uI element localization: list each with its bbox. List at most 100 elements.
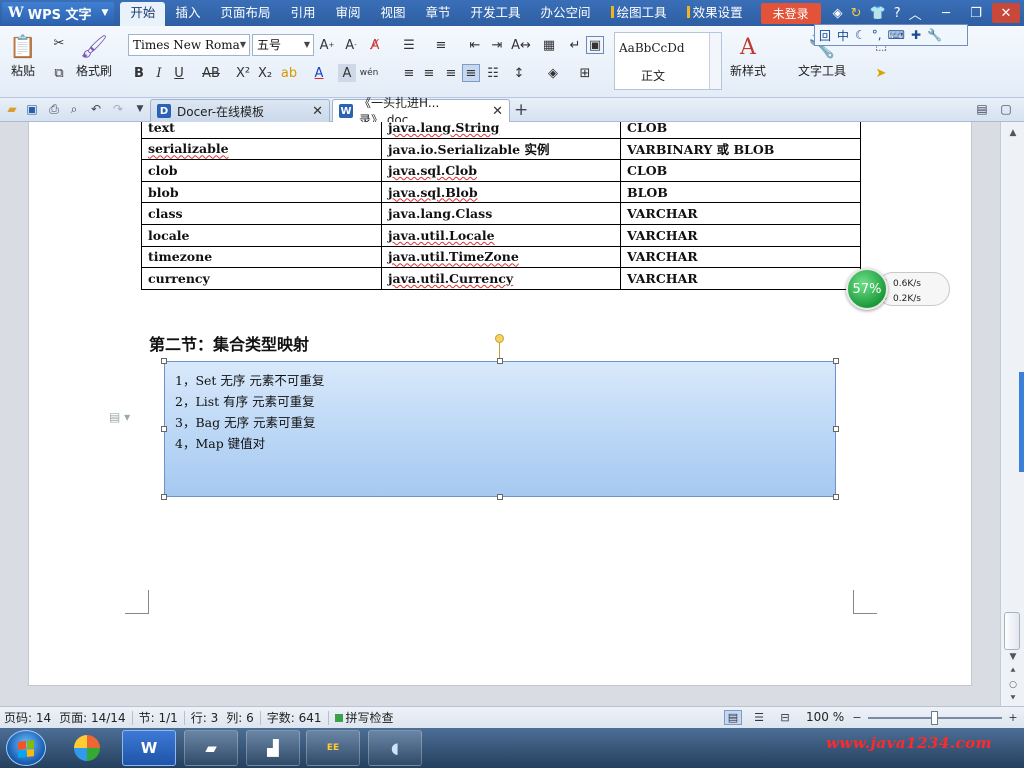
prev-page-icon[interactable]: ⯅ bbox=[1003, 664, 1023, 678]
rotation-handle[interactable] bbox=[495, 334, 504, 343]
document-page[interactable]: text java.lang.String CLOB serializable … bbox=[28, 122, 972, 686]
numbering-icon[interactable]: ≡ bbox=[432, 36, 450, 54]
font-color-icon[interactable]: A bbox=[310, 64, 328, 82]
grow-font-icon[interactable]: A + bbox=[318, 36, 336, 54]
menu-tab-references[interactable]: 引用 bbox=[280, 0, 325, 26]
paste-button[interactable]: 📋 粘贴 bbox=[8, 32, 38, 79]
taskbar-app-colorful-icon[interactable] bbox=[60, 730, 114, 766]
status-page-number[interactable]: 页码: 14 bbox=[0, 709, 55, 726]
outline-view-icon[interactable]: ☰ bbox=[750, 710, 768, 725]
increase-indent-icon[interactable]: ⇥ bbox=[488, 36, 506, 54]
app-menu-button[interactable]: W WPS 文字 ▼ bbox=[2, 2, 115, 24]
ime-tool-icon[interactable]: 🔧 bbox=[927, 28, 942, 42]
subscript-icon[interactable]: X₂ bbox=[256, 64, 274, 82]
status-row[interactable]: 行: 3 bbox=[187, 709, 223, 726]
sync-icon[interactable]: ↻ bbox=[851, 6, 862, 21]
feedback-icon[interactable]: ◈ bbox=[833, 6, 843, 21]
redo-icon[interactable]: ↷ bbox=[110, 101, 126, 117]
menu-tab-drawing-tools[interactable]: 绘图工具 bbox=[601, 0, 677, 26]
resize-handle[interactable] bbox=[161, 494, 167, 500]
resize-handle[interactable] bbox=[497, 358, 503, 364]
close-tab-icon[interactable]: ✕ bbox=[492, 104, 503, 119]
paste-options-icon[interactable]: ▤ ▾ bbox=[109, 410, 130, 424]
text-box[interactable]: 1，Set 无序 元素不可重复 2，List 有序 元素可重复 3，Bag 无序… bbox=[164, 361, 836, 497]
ime-moon-icon[interactable]: ☾ bbox=[855, 28, 866, 42]
italic-icon[interactable]: I bbox=[150, 64, 168, 82]
align-right-icon[interactable]: ≡ bbox=[442, 64, 460, 82]
select-pointer-icon[interactable]: ➤ bbox=[872, 64, 890, 82]
resize-handle[interactable] bbox=[833, 358, 839, 364]
line-spacing-icon[interactable]: ↕ bbox=[510, 64, 528, 82]
align-center-icon[interactable]: ≡ bbox=[420, 64, 438, 82]
font-size-select[interactable]: 五号 ▼ bbox=[252, 34, 314, 56]
status-section[interactable]: 节: 1/1 bbox=[135, 709, 182, 726]
next-page-icon[interactable]: ⯆ bbox=[1003, 692, 1023, 706]
help-icon[interactable]: ? bbox=[894, 6, 901, 21]
taskbar-app-terminal[interactable]: ▰ bbox=[184, 730, 238, 766]
decrease-indent-icon[interactable]: ⇤ bbox=[466, 36, 484, 54]
web-view-icon[interactable]: ⊟ bbox=[776, 710, 794, 725]
new-tab-icon[interactable]: + bbox=[514, 100, 528, 120]
taskbar-app-java-ee-ide[interactable]: EE bbox=[306, 730, 360, 766]
ime-chinese-mode-icon[interactable]: 中 bbox=[837, 27, 849, 44]
scroll-up-icon[interactable]: ▲ bbox=[1003, 126, 1023, 140]
start-button[interactable] bbox=[6, 730, 46, 766]
table-icon[interactable]: ▦ bbox=[540, 36, 558, 54]
resize-handle[interactable] bbox=[833, 426, 839, 432]
taskbar-wps-writer[interactable]: W bbox=[122, 730, 176, 766]
login-button[interactable]: 未登录 bbox=[760, 2, 821, 24]
underline-icon[interactable]: U bbox=[170, 64, 188, 82]
style-gallery-scroll[interactable] bbox=[709, 33, 721, 89]
undo-icon[interactable]: ↶ bbox=[88, 101, 104, 117]
menu-tab-view[interactable]: 视图 bbox=[371, 0, 416, 26]
menu-tab-effects[interactable]: 效果设置 bbox=[677, 0, 753, 26]
cut-icon[interactable]: ✂ bbox=[50, 34, 68, 52]
justify-icon[interactable]: ≡ bbox=[462, 64, 480, 82]
font-name-select[interactable]: Times New Roma ▼ bbox=[128, 34, 250, 56]
print-icon[interactable]: ⎙ bbox=[46, 101, 62, 117]
collapse-ribbon-icon[interactable]: ︿ bbox=[909, 4, 922, 23]
paragraph-mark-icon[interactable]: ↵ bbox=[566, 36, 584, 54]
menu-tab-office-space[interactable]: 办公空间 bbox=[531, 0, 601, 26]
shrink-font-icon[interactable]: A- bbox=[342, 36, 360, 54]
spell-check-toggle[interactable]: 拼写检查 bbox=[331, 709, 398, 726]
tab-list-icon[interactable]: ▤ bbox=[974, 101, 990, 117]
skin-icon[interactable]: 👕 bbox=[870, 6, 886, 21]
bold-icon[interactable]: B bbox=[130, 64, 148, 82]
print-preview-icon[interactable]: ⌕ bbox=[66, 101, 82, 117]
status-page-count[interactable]: 页面: 14/14 bbox=[55, 709, 129, 726]
shading-icon[interactable]: ◈ bbox=[544, 64, 562, 82]
vertical-scrollbar[interactable]: ▲ ▼ ⯅ ○ ⯆ bbox=[1000, 122, 1024, 706]
highlight-icon[interactable]: ab bbox=[280, 64, 298, 82]
phonetic-icon[interactable]: wén bbox=[360, 64, 379, 82]
style-gallery[interactable]: AaBbCcDd 正文 bbox=[614, 32, 722, 90]
network-speed-widget[interactable]: ↑ 0.6K/s ↓ 0.2K/s 57% bbox=[846, 268, 950, 310]
quick-access-menu-icon[interactable]: ▼ bbox=[132, 101, 148, 117]
borders-icon[interactable]: ⊞ bbox=[576, 64, 594, 82]
menu-tab-insert[interactable]: 插入 bbox=[165, 0, 210, 26]
memory-usage-ball[interactable]: 57% bbox=[846, 268, 888, 310]
resize-handle[interactable] bbox=[833, 494, 839, 500]
scroll-down-icon[interactable]: ▼ bbox=[1003, 650, 1023, 664]
menu-tab-developer[interactable]: 开发工具 bbox=[461, 0, 531, 26]
superscript-icon[interactable]: X² bbox=[234, 64, 252, 82]
char-scale-icon[interactable]: A↔ bbox=[511, 36, 531, 54]
zoom-out-icon[interactable]: − bbox=[848, 710, 866, 725]
zoom-in-icon[interactable]: + bbox=[1004, 710, 1022, 725]
minimize-icon[interactable]: ─ bbox=[932, 3, 960, 23]
tab-close-all-icon[interactable]: ▢ bbox=[998, 101, 1014, 117]
menu-tab-chapter[interactable]: 章节 bbox=[416, 0, 461, 26]
format-painter-button[interactable]: 🖌 格式刷 bbox=[76, 32, 112, 79]
ime-keyboard-icon[interactable]: ⌨ bbox=[888, 28, 905, 42]
menu-tab-home[interactable]: 开始 bbox=[120, 2, 166, 26]
clear-format-icon[interactable]: A̸ bbox=[366, 36, 384, 54]
menu-tab-page-layout[interactable]: 页面布局 bbox=[210, 0, 280, 26]
bullets-icon[interactable]: ☰ bbox=[400, 36, 418, 54]
char-shading-icon[interactable]: A bbox=[338, 64, 356, 82]
ime-toolbar[interactable]: 回 中 ☾ °, ⌨ ✚ 🔧 bbox=[814, 24, 968, 46]
status-column[interactable]: 列: 6 bbox=[222, 709, 258, 726]
restore-icon[interactable]: ❐ bbox=[962, 3, 990, 23]
taskbar-app-editor[interactable]: ▟ bbox=[246, 730, 300, 766]
show-gridlines-icon[interactable]: ▣ bbox=[586, 36, 604, 54]
open-folder-icon[interactable]: ▰ bbox=[4, 101, 20, 117]
